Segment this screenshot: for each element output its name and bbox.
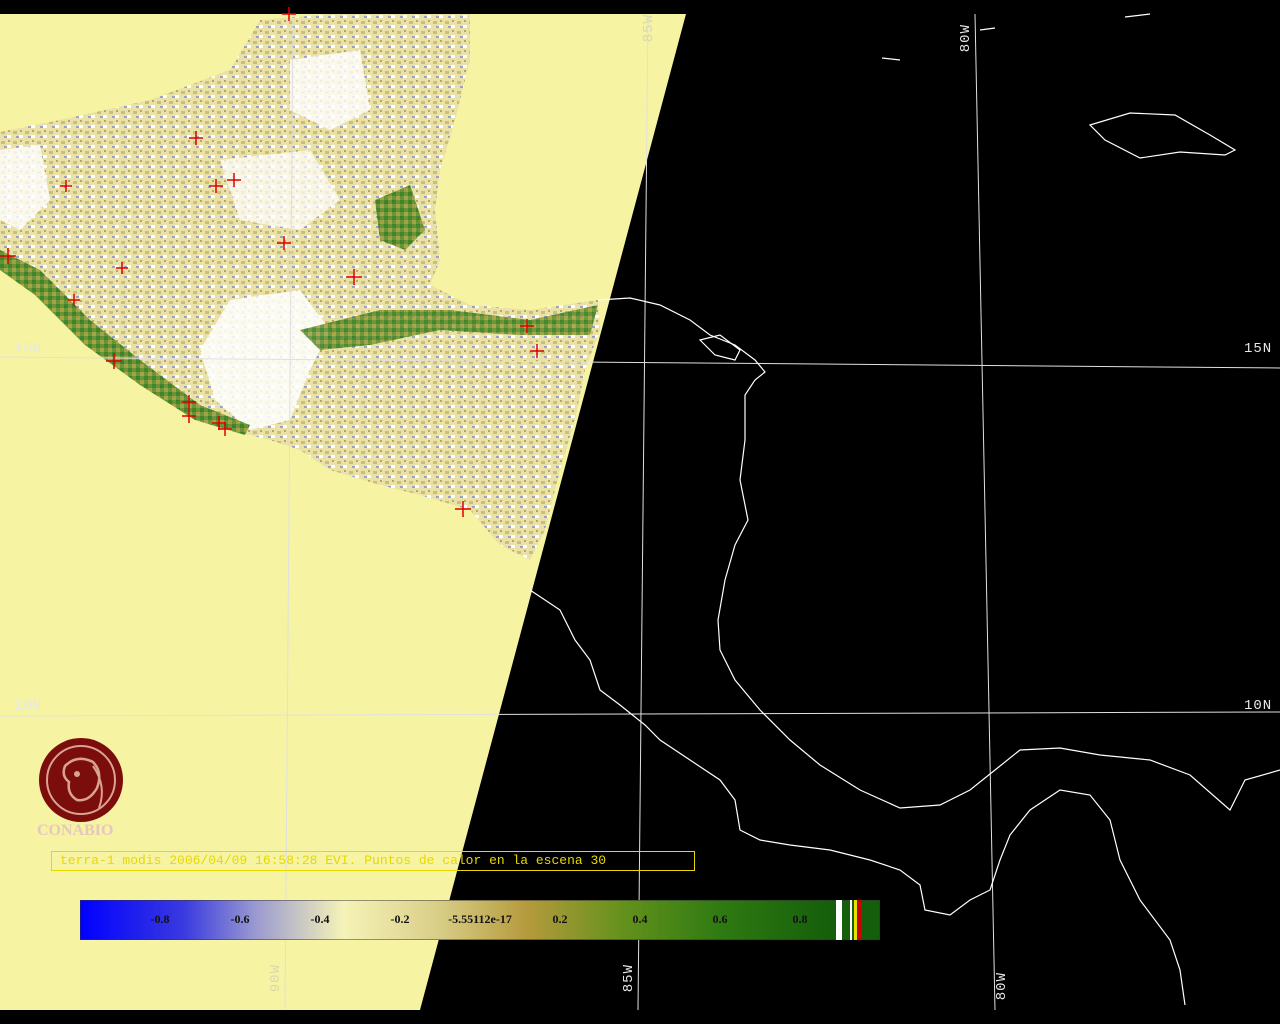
colorbar-tick-label: 0.2	[552, 912, 568, 926]
lon-label-85w-bottom: 85W	[621, 964, 637, 993]
colorbar-tick-label: 0.4	[632, 912, 648, 926]
lat-label-15n-left: 15N	[14, 341, 43, 357]
conabio-logo-text: CONABIO	[37, 822, 114, 839]
colorbar-tick-label: 0.8	[792, 912, 808, 926]
lon-label-90w-bottom: 90W	[268, 964, 284, 993]
lat-label-10n-left: 10N	[14, 698, 43, 714]
colorbar-tick-label: -5.55112e-17	[448, 912, 512, 926]
colorbar-tick-label: -0.6	[230, 912, 250, 926]
colorbar-tick-label: -0.4	[310, 912, 330, 926]
caption-box: terra-1 modis 2006/04/09 16:58:28 EVI. P…	[51, 851, 695, 871]
lon-label-80w-top: 80W	[958, 24, 974, 53]
colorbar-tick-label: 0.6	[712, 912, 728, 926]
colorbar-tick-label: -0.8	[150, 912, 170, 926]
scene-caption: terra-1 modis 2006/04/09 16:58:28 EVI. P…	[60, 853, 607, 868]
lon-label-80w-bottom: 80W	[994, 972, 1010, 1001]
colorbar-tick-label: -0.2	[390, 912, 410, 926]
lat-label-15n-right: 15N	[1244, 341, 1273, 357]
conabio-logo	[39, 738, 123, 822]
lat-label-10n-right: 10N	[1244, 698, 1273, 714]
lon-label-85w-top: 85W	[641, 14, 657, 43]
